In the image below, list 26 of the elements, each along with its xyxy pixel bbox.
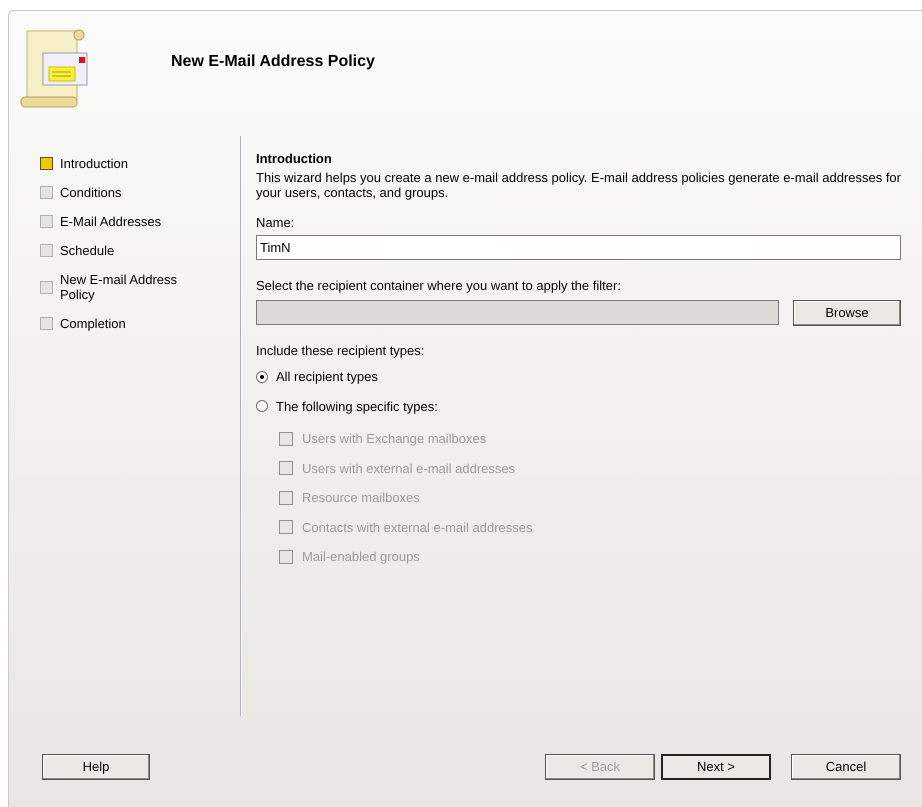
step-label: Schedule (60, 243, 116, 258)
checkbox-label: Users with Exchange mailboxes (302, 430, 486, 448)
checkbox-label: Resource mailboxes (302, 489, 420, 507)
help-button[interactable]: Help (42, 754, 150, 780)
browse-button[interactable]: Browse (793, 300, 901, 326)
checkbox-label: Users with external e-mail addresses (302, 460, 516, 478)
step-label: Completion (60, 316, 127, 331)
step-label: E-Mail Addresses (60, 214, 162, 229)
name-label: Name: (256, 214, 296, 232)
step-label: Conditions (60, 185, 122, 200)
checkbox-label: Contacts with external e-mail addresses (302, 518, 532, 536)
radio-button[interactable] (256, 400, 268, 412)
checkbox-label: Mail-enabled groups (302, 548, 420, 566)
section-heading: Introduction (256, 150, 333, 168)
container-label: Select the recipient container where you want to apply the filter: (256, 277, 622, 295)
radio-label: All recipient types (276, 368, 378, 386)
step-label: Introduction (60, 156, 129, 171)
description-text: This wizard helps you create a new e-mail address policy. E-mail address policies generate e-mail addresses for your users, contacts, and groups. (256, 170, 901, 200)
radio-label: The following specific types: (276, 398, 438, 416)
step-label: New E-mail Address Policy (60, 272, 178, 302)
wizard-title: New E-Mail Address Policy (171, 52, 375, 72)
wizard-button[interactable]: Cancel (791, 754, 901, 780)
wizard-button[interactable]: Next > (661, 754, 771, 780)
radio-button[interactable] (256, 370, 268, 383)
types-label: Include these recipient types: (256, 342, 426, 360)
name-field[interactable]: TimN (256, 235, 901, 260)
